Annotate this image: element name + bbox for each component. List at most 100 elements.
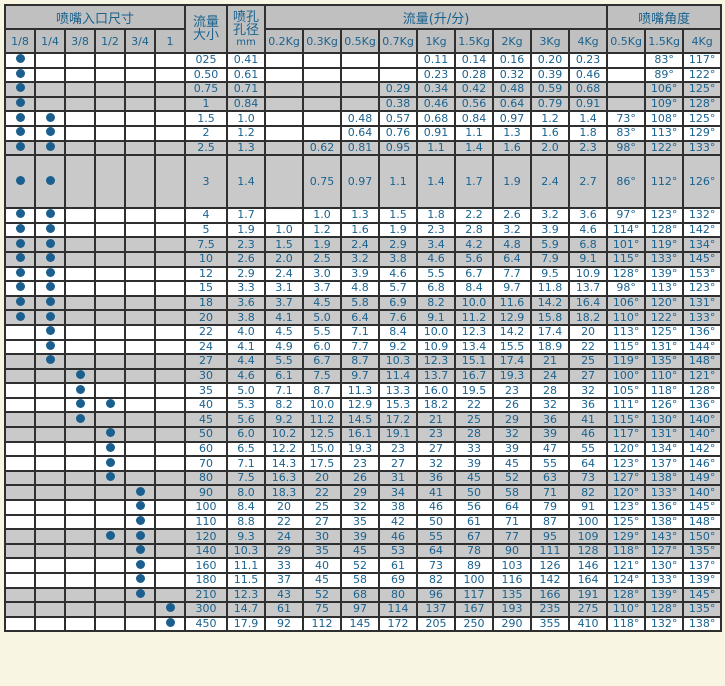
inlet-availability-cell (35, 544, 65, 559)
inlet-availability-cell (125, 267, 155, 282)
flow-rate-cell: 39 (493, 442, 531, 457)
pressure-column-header: 4Kg (569, 29, 607, 53)
inlet-availability-cell (95, 515, 125, 530)
flow-rate-cell: 9.7 (341, 369, 379, 384)
flow-rate-cell: 8.7 (303, 383, 341, 398)
table-row: 7.52.31.51.92.42.93.44.24.85.96.8101°119… (5, 237, 721, 252)
flow-rate-cell: 28 (455, 427, 493, 442)
spray-angle-cell: 138° (683, 617, 721, 632)
flow-rate-cell: 79 (531, 500, 569, 515)
inlet-dot (76, 385, 85, 394)
spray-angle-cell: 132° (683, 208, 721, 223)
inlet-availability-cell (155, 68, 185, 83)
inlet-availability-cell (5, 325, 35, 340)
table-row: 807.516.32026313645526373127°138°149° (5, 471, 721, 486)
inlet-availability-cell (155, 544, 185, 559)
pressure-column-header: 3Kg (531, 29, 569, 53)
flow-rate-cell: 7.1 (265, 383, 303, 398)
flow-rate-cell: 24 (265, 529, 303, 544)
orifice-diameter-cell: 2.9 (227, 267, 265, 282)
orifice-diameter-cell: 7.1 (227, 456, 265, 471)
inlet-availability-cell (65, 340, 95, 355)
flow-rate-cell: 1.6 (341, 223, 379, 238)
orifice-diameter-cell: 10.3 (227, 544, 265, 559)
flow-rate-cell: 18.2 (417, 398, 455, 413)
flow-rate-cell: 1.4 (569, 111, 607, 126)
inlet-availability-cell (65, 398, 95, 413)
flow-rate-cell: 117 (455, 588, 493, 603)
inlet-availability-cell (155, 369, 185, 384)
flow-rate-cell: 193 (493, 602, 531, 617)
flow-rate-cell: 33 (265, 558, 303, 573)
orifice-diameter-cell: 1.7 (227, 208, 265, 223)
spray-angle-cell: 140° (683, 427, 721, 442)
flow-rate-cell: 23 (341, 456, 379, 471)
inlet-availability-cell (95, 354, 125, 369)
inlet-availability-cell (95, 500, 125, 515)
flow-rate-cell: 9.7 (493, 281, 531, 296)
flow-size-cell: 20 (185, 310, 227, 325)
flow-rate-cell: 10.0 (303, 398, 341, 413)
spray-angle-cell: 130° (645, 412, 683, 427)
inlet-availability-cell (155, 588, 185, 603)
flow-rate-cell: 69 (379, 573, 417, 588)
inlet-availability-cell (155, 617, 185, 632)
inlet-availability-cell (35, 208, 65, 223)
inlet-availability-cell (155, 237, 185, 252)
flow-rate-cell: 4.6 (379, 267, 417, 282)
flow-rate-cell: 15.8 (531, 310, 569, 325)
flow-rate-cell: 3.7 (265, 296, 303, 311)
flow-rate-cell: 15.3 (379, 398, 417, 413)
flow-rate-cell: 3.4 (417, 237, 455, 252)
flow-rate-cell: 135 (493, 588, 531, 603)
inlet-availability-cell (125, 97, 155, 112)
table-row: 0.750.710.290.340.420.480.590.68106°125° (5, 82, 721, 97)
flow-size-cell: 180 (185, 573, 227, 588)
spray-angle-cell: 125° (645, 325, 683, 340)
flow-rate-cell: 2.7 (569, 155, 607, 208)
inlet-availability-cell (95, 208, 125, 223)
spray-angle-cell: 136° (683, 398, 721, 413)
inlet-availability-cell (65, 208, 95, 223)
flow-rate-cell: 91 (569, 500, 607, 515)
spray-angle-cell: 89° (645, 68, 683, 83)
flow-rate-cell: 50 (455, 485, 493, 500)
inlet-availability-cell (5, 340, 35, 355)
spray-angle-cell: 127° (607, 471, 645, 486)
inlet-availability-cell (95, 573, 125, 588)
inlet-availability-cell (95, 485, 125, 500)
inlet-size-column-header: 1/2 (95, 29, 125, 53)
flow-size-cell: 80 (185, 471, 227, 486)
inlet-availability-cell (155, 252, 185, 267)
flow-rate-cell: 0.23 (417, 68, 455, 83)
inlet-dot (16, 239, 25, 248)
flow-size-cell: 2.5 (185, 141, 227, 156)
flow-rate-cell: 29 (493, 412, 531, 427)
flow-rate-cell: 37 (265, 573, 303, 588)
flow-rate-cell: 10.3 (379, 354, 417, 369)
spray-angle-cell: 110° (607, 310, 645, 325)
inlet-availability-cell (125, 500, 155, 515)
inlet-availability-cell (5, 471, 35, 486)
inlet-availability-cell (65, 68, 95, 83)
flow-rate-cell: 15.0 (303, 442, 341, 457)
flow-rate-cell (265, 141, 303, 156)
inlet-availability-cell (65, 515, 95, 530)
inlet-dot (16, 224, 25, 233)
flow-rate-cell: 146 (569, 558, 607, 573)
inlet-availability-cell (35, 141, 65, 156)
table-header: 喷嘴入口尺寸 流量 大小 喷孔 孔径 mm 流量(升/分) 喷嘴角度 1/81/… (5, 5, 721, 53)
orifice-diameter-cell: 7.5 (227, 471, 265, 486)
spray-angle-cell: 133° (645, 485, 683, 500)
flow-rate-cell (341, 82, 379, 97)
inlet-availability-cell (35, 471, 65, 486)
flow-rate-cell: 19.1 (379, 427, 417, 442)
flow-rate-cell: 61 (455, 515, 493, 530)
flow-rate-cell: 35 (341, 515, 379, 530)
inlet-availability-cell (125, 354, 155, 369)
inlet-availability-cell (5, 252, 35, 267)
flow-rate-cell: 71 (493, 515, 531, 530)
spray-angle-cell: 135° (683, 544, 721, 559)
flow-rate-cell: 42 (379, 515, 417, 530)
inlet-availability-cell (125, 544, 155, 559)
